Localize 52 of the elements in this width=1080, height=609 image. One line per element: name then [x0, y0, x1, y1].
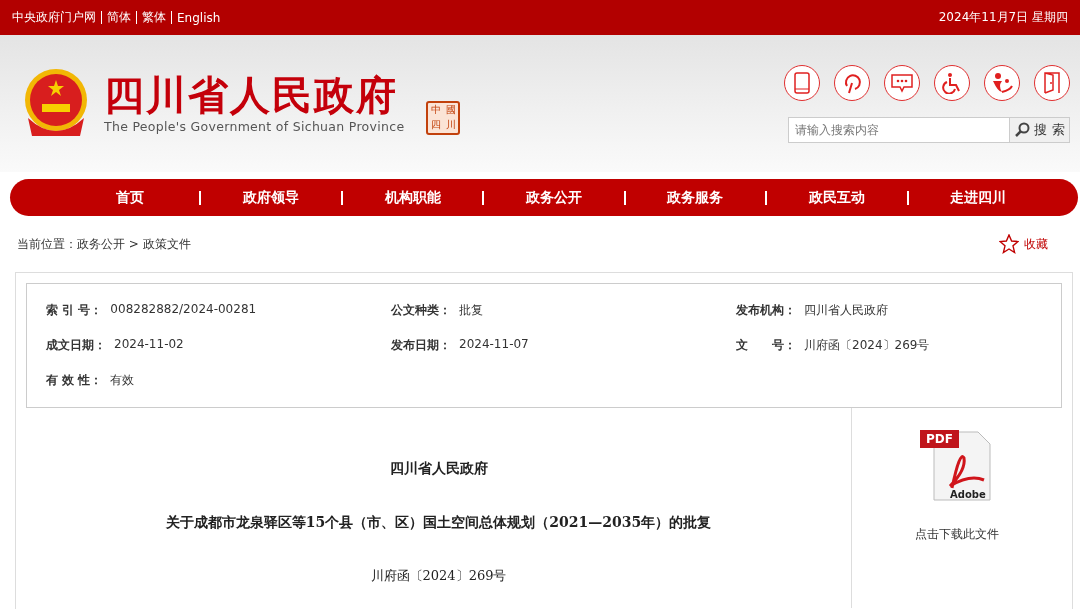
field-value: 川府函〔2024〕269号 — [804, 337, 930, 354]
service-button[interactable] — [984, 64, 1020, 101]
document-title: 关于成都市龙泉驿区等15个县（市、区）国土空间总体规划（2021—2035年）的批复 — [165, 514, 712, 532]
site-subtitle: The People's Government of Sichuan Province — [104, 119, 405, 134]
search-button[interactable]: 搜 索 — [1009, 117, 1069, 142]
phone-icon — [794, 71, 810, 94]
nav-item[interactable]: 政务公开 — [484, 188, 624, 207]
field-label: 成文日期： — [46, 337, 106, 354]
field-label: 发布机构： — [736, 302, 796, 319]
issuer-heading: 四川省人民政府 — [389, 460, 488, 478]
nav-item[interactable]: 政民互动 — [767, 188, 907, 207]
download-link[interactable]: 点击下载此文件 — [915, 526, 999, 543]
nav-item[interactable]: 首页 — [60, 188, 200, 207]
field-value: 2024-11-07 — [459, 337, 529, 353]
field-label: 发布日期： — [391, 337, 451, 354]
search-field[interactable]: 请输入搜索内容 搜 索 — [788, 116, 1070, 143]
service-button[interactable] — [834, 64, 870, 101]
field-label: 索 引 号： — [46, 302, 103, 319]
favorite-link[interactable]: 收藏 — [999, 234, 1048, 254]
nav-item[interactable]: 政务服务 — [625, 188, 766, 207]
search-icon — [1014, 121, 1031, 138]
field-value: 2024-11-02 — [114, 337, 184, 353]
seal-logo: 中 國 四 川 — [426, 100, 461, 135]
nav-item[interactable]: 机构职能 — [342, 188, 483, 207]
field-value: 批复 — [459, 302, 483, 319]
pdf-download-button[interactable]: PDF Adobe — [920, 430, 994, 502]
field-label: 公文种类： — [391, 302, 451, 319]
date-text: 2024年11月7日 星期四 — [938, 9, 1068, 26]
star-icon — [999, 234, 1019, 254]
service-button[interactable] — [934, 64, 970, 101]
wheelchair-icon — [941, 71, 963, 94]
service-button[interactable] — [1034, 64, 1070, 101]
field-label: 文 号： — [736, 337, 796, 354]
site-title: 四川省人民政府 — [104, 73, 399, 117]
pdf-badge: PDF — [920, 430, 959, 448]
field-value: 有效 — [110, 372, 135, 389]
breadcrumb: 当前位置：政务公开 > 政策文件 — [17, 235, 191, 253]
service-button[interactable] — [884, 64, 920, 101]
nav-item[interactable]: 政府领导 — [201, 188, 341, 207]
top-link[interactable]: 简体 — [107, 9, 131, 26]
field-value: 008282882/2024-00281 — [110, 302, 257, 318]
top-link[interactable]: English — [177, 10, 221, 25]
door-icon — [1043, 71, 1061, 94]
field-value: 四川省人民政府 — [804, 302, 888, 319]
field-label: 有 效 性： — [46, 372, 103, 389]
chat-icon — [890, 72, 914, 93]
document-number: 川府函〔2024〕269号 — [370, 567, 507, 585]
service-button[interactable] — [784, 64, 820, 101]
nav-item[interactable]: 走进四川 — [908, 188, 1048, 207]
brand-text: Adobe — [950, 489, 986, 500]
top-link[interactable]: 繁体 — [142, 9, 166, 26]
top-link[interactable]: 中央政府门户网 — [12, 9, 96, 26]
